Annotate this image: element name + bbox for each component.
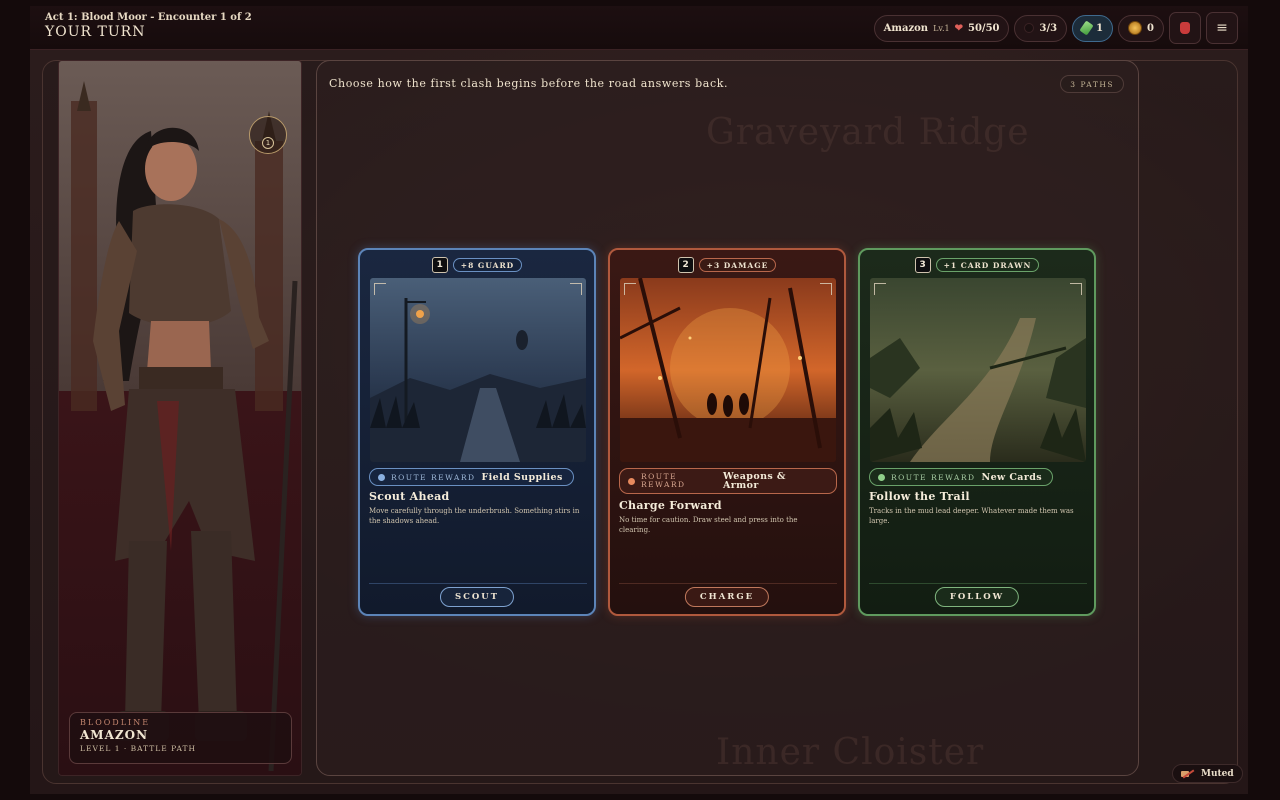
card-bonus: +1 CARD DRAWN [935, 258, 1040, 272]
route-reward-value: Weapons & Armor [723, 471, 786, 491]
reward-dot-icon [628, 477, 635, 485]
hero-class-name: AMAZON [80, 728, 149, 742]
card-art-misty-swamp [370, 278, 586, 462]
charge-button[interactable]: CHARGE [684, 587, 770, 607]
route-reward-value: New Cards [981, 471, 1043, 483]
potion-count: 1 [1096, 22, 1104, 34]
card-number: 1 [431, 257, 448, 273]
inventory-button[interactable] [1169, 12, 1201, 44]
route-reward-value: Field Supplies [481, 471, 563, 483]
route-reward-label: ROUTE REWARD [641, 472, 686, 489]
paths-count-badge: 3 PATHS [1060, 75, 1124, 93]
speaker-muted-icon [1181, 769, 1195, 779]
turn-indicator: YOUR TURN [45, 24, 146, 40]
top-bar: Act 1: Blood Moor - Encounter 1 of 2 YOU… [30, 6, 1248, 50]
card-art-muddy-trail [870, 278, 1086, 462]
encounter-title: Act 1: Blood Moor - Encounter 1 of 2 [45, 12, 252, 23]
hero-name: Amazon [883, 22, 929, 34]
card-number: 3 [914, 257, 931, 273]
card-title: Charge Forward [619, 499, 722, 512]
card-title: Scout Ahead [369, 490, 450, 503]
scout-button[interactable]: SCOUT [439, 587, 515, 607]
card-art-burning-forest [620, 278, 836, 462]
audio-status: Muted [1201, 768, 1234, 779]
bloodline-label: BLOODLINE [80, 718, 151, 727]
menu-button[interactable]: ≡ [1206, 12, 1238, 44]
hero-caption: BLOODLINE AMAZON LEVEL 1 · BATTLE PATH [69, 712, 292, 764]
path-card-charge[interactable]: 2 +3 DAMAGE ROUTE REWARD Weapons & Armor… [608, 248, 846, 616]
route-reward-label: ROUTE REWARD [391, 472, 476, 482]
card-number: 2 [677, 257, 694, 273]
route-reward-label: ROUTE REWARD [891, 472, 976, 482]
choice-prompt: Choose how the first clash begins before… [329, 77, 729, 90]
bag-icon [1180, 22, 1190, 34]
route-reward-badge: ROUTE REWARD Weapons & Armor [619, 468, 837, 494]
card-description: No time for caution. Draw steel and pres… [619, 516, 798, 534]
hero-level: Lv.1 [933, 23, 950, 33]
hero-status-pill[interactable]: Amazon Lv.1 ❤ 50/50 [873, 14, 1010, 42]
card-description: Tracks in the mud lead deeper. Whatever … [869, 507, 1074, 525]
hero-emblem-number: 1 [262, 137, 274, 149]
gold-coin-icon [1128, 21, 1143, 35]
gold-count: 0 [1147, 22, 1154, 34]
hp-value: 50/50 [968, 22, 1000, 34]
reward-dot-icon [878, 473, 885, 481]
energy-icon [1024, 23, 1035, 33]
hero-level-path: LEVEL 1 · BATTLE PATH [80, 744, 197, 753]
potion-pill[interactable]: 1 [1072, 14, 1114, 42]
hud: Amazon Lv.1 ❤ 50/50 3/3 1 0 ≡ [873, 12, 1238, 44]
audio-toggle-button[interactable]: Muted [1172, 764, 1243, 783]
card-title: Follow the Trail [869, 490, 970, 503]
potion-icon [1079, 20, 1094, 36]
energy-pill[interactable]: 3/3 [1014, 14, 1068, 42]
hero-emblem-badge[interactable]: 1 [249, 116, 287, 154]
card-bonus: +3 DAMAGE [698, 258, 777, 272]
reward-dot-icon [378, 473, 385, 481]
card-description: Move carefully through the underbrush. S… [369, 507, 580, 525]
follow-button[interactable]: FOLLOW [934, 587, 1020, 607]
energy-value: 3/3 [1039, 22, 1058, 34]
gold-pill[interactable]: 0 [1118, 14, 1164, 42]
hamburger-menu-icon: ≡ [1216, 20, 1228, 36]
heart-icon: ❤ [954, 22, 963, 34]
route-reward-badge: ROUTE REWARD New Cards [869, 468, 1054, 486]
card-bonus: +8 GUARD [452, 258, 523, 272]
path-card-scout[interactable]: 1 +8 GUARD ROUTE REWARD Field Supplies S… [358, 248, 596, 616]
route-reward-badge: ROUTE REWARD Field Supplies [369, 468, 574, 486]
amazon-warrior-portrait [71, 81, 298, 771]
path-card-follow[interactable]: 3 +1 CARD DRAWN ROUTE REWARD New Cards F… [858, 248, 1096, 616]
hero-portrait-panel: 1 BLOODLINE AMAZON LEVEL 1 · BATTLE PATH [58, 60, 302, 776]
